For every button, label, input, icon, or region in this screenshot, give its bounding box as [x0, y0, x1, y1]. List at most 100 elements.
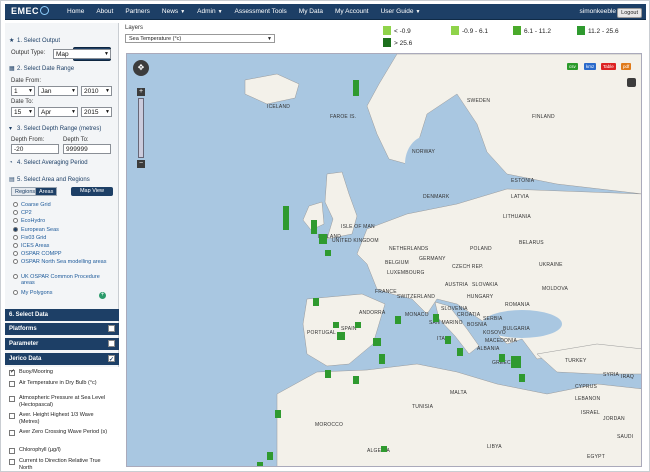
observation-marker[interactable] — [499, 354, 505, 362]
section-averaging-period[interactable]: ◔ 4. Select Averaging Period — [5, 160, 119, 166]
observation-marker[interactable] — [433, 314, 439, 322]
checkbox-icon[interactable] — [9, 430, 15, 436]
observation-marker[interactable] — [325, 370, 331, 378]
radio-icon[interactable] — [13, 235, 18, 240]
date-from-month[interactable]: Jan ▼ — [38, 86, 78, 96]
area-option[interactable]: Fix03 Grid — [13, 235, 46, 241]
date-from-day[interactable]: 1 ▼ — [11, 86, 35, 96]
nav-item[interactable]: My Data — [293, 4, 329, 20]
area-option[interactable]: Coarse Grid — [13, 202, 51, 208]
observation-marker[interactable] — [353, 376, 359, 384]
logout-button[interactable]: Logout — [617, 8, 642, 18]
export-pdf-button[interactable]: pdf — [621, 63, 632, 70]
depth-to-input[interactable]: 999999 — [63, 144, 111, 154]
export-kmz-button[interactable]: kmz — [584, 63, 597, 70]
map-canvas[interactable]: ICELAND FAROE IS. SWEDEN FINLAND NORWAY … — [126, 53, 642, 467]
radio-icon[interactable] — [13, 290, 18, 295]
output-type-select[interactable]: Map ▼ — [53, 49, 111, 59]
depth-from-input[interactable]: -20 — [11, 144, 59, 154]
observation-marker[interactable] — [275, 410, 281, 418]
checkbox-icon[interactable] — [9, 396, 15, 402]
section-depth-range[interactable]: ▾ 3. Select Depth Range (metres) — [5, 125, 119, 132]
data-item[interactable]: Air Temperature in Dry Bulb (°c) — [9, 380, 113, 387]
date-to-month[interactable]: Apr ▼ — [38, 107, 78, 117]
observation-marker[interactable] — [379, 354, 385, 364]
checkbox-icon[interactable] — [9, 413, 15, 419]
pan-control-icon[interactable]: ✥ — [133, 60, 149, 76]
checkbox-icon[interactable] — [9, 459, 15, 465]
data-group[interactable]: Jerico Data — [5, 353, 119, 366]
zoom-in-button[interactable]: + — [137, 88, 145, 96]
data-item[interactable]: Current to Direction Relative True North — [9, 458, 113, 471]
observation-marker[interactable] — [283, 206, 289, 230]
observation-marker[interactable] — [319, 234, 327, 244]
brand-logo[interactable]: EMEC — [11, 6, 50, 16]
checkbox-icon[interactable] — [9, 448, 15, 454]
observation-marker[interactable] — [519, 374, 525, 382]
data-item[interactable]: Buoy/Mooring — [9, 369, 113, 376]
checkbox-icon[interactable] — [9, 381, 15, 387]
observation-marker[interactable] — [325, 250, 331, 256]
area-option[interactable]: My Polygons — [13, 290, 53, 296]
observation-marker[interactable] — [395, 316, 401, 324]
data-item[interactable]: Aver Zero Crossing Wave Period (s) — [9, 429, 113, 436]
observation-marker[interactable] — [313, 298, 319, 306]
checkbox-icon[interactable] — [9, 369, 15, 376]
area-option[interactable]: OSPAR North Sea modelling areas — [13, 259, 107, 265]
area-option[interactable]: CP2 — [13, 210, 32, 216]
layers-select[interactable]: Sea Temperature (°c) ▼ — [125, 34, 275, 43]
checkbox-icon[interactable] — [108, 325, 115, 332]
observation-marker[interactable] — [445, 336, 451, 344]
observation-marker[interactable] — [511, 356, 521, 368]
nav-item[interactable]: Home — [61, 4, 90, 20]
nav-item[interactable]: Admin ▼ — [191, 4, 228, 20]
radio-icon[interactable] — [13, 210, 18, 215]
observation-marker[interactable] — [381, 446, 387, 452]
area-option[interactable]: OSPAR COMPP — [13, 251, 62, 257]
zoom-slider[interactable] — [138, 98, 144, 158]
checkbox-icon[interactable] — [108, 340, 115, 347]
nav-item[interactable]: About — [90, 4, 119, 20]
date-to-day[interactable]: 15 ▼ — [11, 107, 35, 117]
section-select-output[interactable]: ★ 1. Select Output — [5, 37, 119, 44]
date-to-year[interactable]: 2015 ▼ — [81, 107, 112, 117]
observation-marker[interactable] — [311, 220, 317, 234]
date-from-year[interactable]: 2010 ▼ — [81, 86, 112, 96]
observation-marker[interactable] — [457, 348, 463, 356]
nav-item[interactable]: Partners — [119, 4, 156, 20]
nav-item[interactable]: News ▼ — [156, 4, 191, 20]
observation-marker[interactable] — [257, 462, 263, 466]
radio-icon[interactable] — [13, 274, 18, 279]
area-option[interactable]: UK OSPAR Common Procedure areas — [13, 274, 107, 286]
map-view-button[interactable]: Map View — [71, 187, 113, 196]
nav-item[interactable]: User Guide ▼ — [375, 4, 427, 20]
export-csv-button[interactable]: csv — [567, 63, 578, 70]
data-item[interactable]: Aver. Height Highest 1/3 Wave (Metres) — [9, 412, 113, 426]
section-area-regions[interactable]: ▤ 5. Select Area and Regions — [5, 176, 119, 183]
nav-item[interactable]: Assessment Tools — [229, 4, 293, 20]
section-select-data[interactable]: 6. Select Data — [5, 309, 119, 321]
observation-marker[interactable] — [267, 452, 273, 460]
radio-icon[interactable] — [13, 227, 18, 232]
observation-marker[interactable] — [353, 80, 359, 96]
observation-marker[interactable] — [373, 338, 381, 346]
add-polygon-icon[interactable]: + — [99, 292, 106, 299]
section-date-range[interactable]: ▦ 2. Select Date Range — [5, 65, 119, 72]
radio-icon[interactable] — [13, 202, 18, 207]
data-item[interactable]: Atmospheric Pressure at Sea Level (Hecto… — [9, 395, 113, 409]
data-item[interactable]: Chlorophyll (µg/l) — [9, 447, 113, 454]
user-name[interactable]: simonkeeble — [580, 4, 617, 20]
radio-icon[interactable] — [13, 218, 18, 223]
radio-icon[interactable] — [13, 243, 18, 248]
nav-item[interactable]: My Account — [329, 4, 375, 20]
export-table-button[interactable]: Table — [601, 63, 616, 70]
layer-switcher-icon[interactable] — [627, 78, 636, 87]
checkbox-icon[interactable] — [108, 354, 115, 366]
zoom-out-button[interactable]: − — [137, 160, 145, 168]
tab-areas[interactable]: Areas — [35, 187, 58, 196]
area-option[interactable]: EcoHydro — [13, 218, 45, 224]
radio-icon[interactable] — [13, 259, 18, 264]
radio-icon[interactable] — [13, 251, 18, 256]
data-group[interactable]: Parameter — [5, 338, 119, 350]
observation-marker[interactable] — [333, 322, 339, 328]
